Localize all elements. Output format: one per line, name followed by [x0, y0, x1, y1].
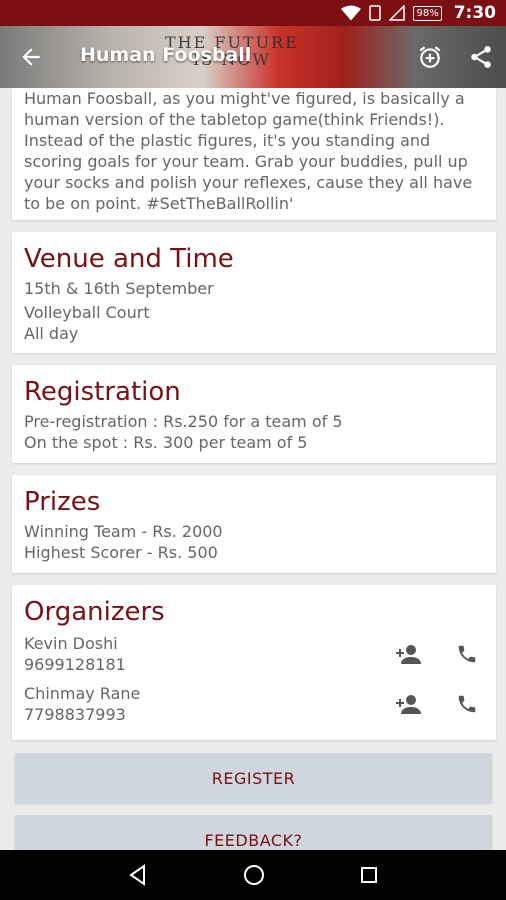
organizers-card: Organizers Kevin Doshi 9699128181 Chinma… [12, 585, 496, 740]
recents-nav-icon[interactable] [359, 865, 379, 885]
page-title: Human Foosball [80, 44, 252, 66]
app-toolbar: THE FUTURE IS NOW Human Foosball [0, 26, 506, 88]
organizer-row: Kevin Doshi 9699128181 [24, 633, 484, 683]
system-nav-bar [0, 850, 506, 900]
prizes-card: Prizes Winning Team - Rs. 2000 Highest S… [12, 475, 496, 573]
add-contact-icon[interactable] [396, 693, 422, 715]
phone-icon[interactable] [456, 693, 478, 715]
prize-team: Winning Team - Rs. 2000 [24, 522, 223, 541]
venue-card: Venue and Time 15th & 16th September Vol… [12, 232, 496, 353]
venue-heading: Venue and Time [24, 244, 234, 274]
battery-indicator: 98% [413, 5, 442, 21]
registration-pre: Pre-registration : Rs.250 for a team of … [24, 412, 343, 431]
event-description: Human Foosball, as you might've figured,… [24, 89, 473, 213]
sim-icon [369, 5, 382, 21]
registration-card: Registration Pre-registration : Rs.250 f… [12, 365, 496, 463]
alarm-add-icon[interactable] [417, 44, 443, 70]
back-arrow-icon[interactable] [18, 44, 44, 70]
clock: 7:30 [453, 3, 496, 23]
organizers-heading: Organizers [24, 597, 165, 627]
venue-time: All day [24, 324, 79, 343]
registration-heading: Registration [24, 377, 181, 407]
description-card: Human Foosball, as you might've figured,… [12, 88, 496, 220]
register-button[interactable]: REGISTER [15, 753, 492, 803]
venue-place: Volleyball Court [24, 303, 150, 322]
home-nav-icon[interactable] [242, 863, 266, 887]
share-icon[interactable] [468, 44, 494, 70]
add-contact-icon[interactable] [396, 643, 422, 665]
prizes-heading: Prizes [24, 487, 101, 517]
prize-scorer: Highest Scorer - Rs. 500 [24, 543, 218, 562]
phone-icon[interactable] [456, 643, 478, 665]
venue-date: 15th & 16th September [24, 279, 214, 298]
wifi-icon [341, 5, 362, 21]
organizer-row: Chinmay Rane 7798837993 [24, 683, 484, 733]
signal-icon [389, 5, 406, 21]
back-nav-icon[interactable] [127, 864, 149, 886]
registration-spot: On the spot : Rs. 300 per team of 5 [24, 433, 308, 452]
status-bar: 98% 7:30 [0, 0, 506, 26]
